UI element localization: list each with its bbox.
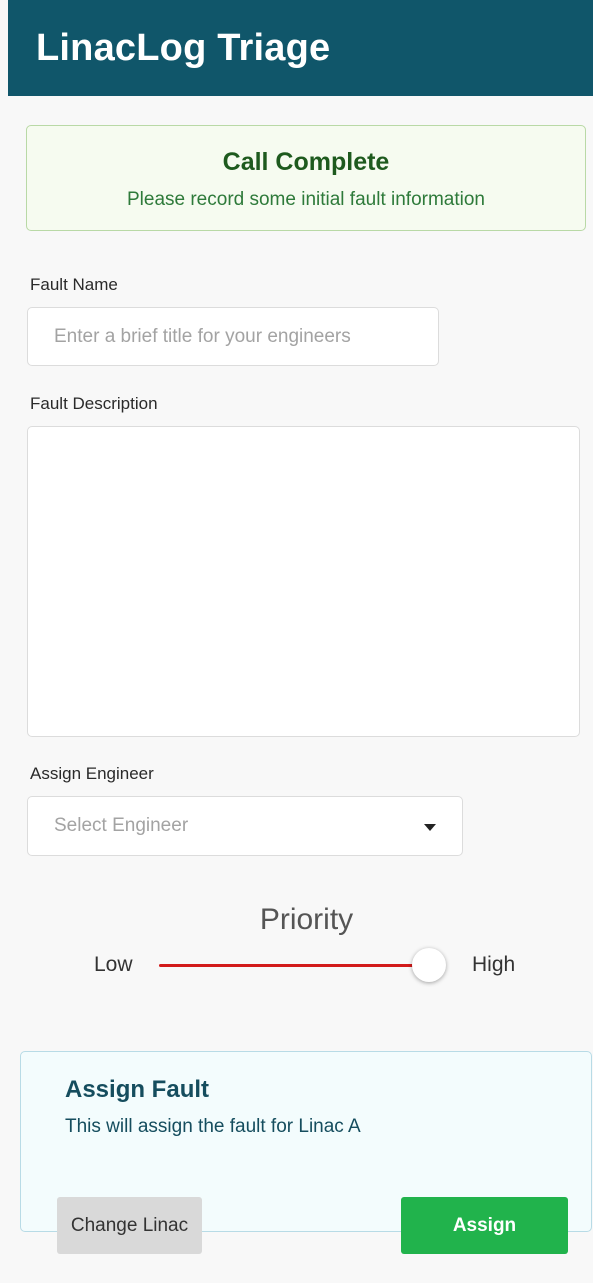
priority-high-label: High bbox=[472, 953, 516, 976]
priority-label: Priority bbox=[259, 903, 354, 936]
assign-fault-message: This will assign the fault for Linac A bbox=[65, 1116, 361, 1137]
priority-slider-thumb[interactable] bbox=[412, 948, 446, 982]
priority-low-label: Low bbox=[94, 953, 133, 976]
caret-down-icon bbox=[424, 824, 436, 831]
assign-fault-title: Assign Fault bbox=[65, 1076, 210, 1103]
app-header: LinacLog Triage bbox=[8, 0, 593, 96]
fault-description-textarea[interactable] bbox=[27, 426, 580, 737]
change-linac-button[interactable]: Change Linac bbox=[57, 1197, 202, 1254]
engineer-select-value: Select Engineer bbox=[54, 815, 189, 836]
fault-description-label: Fault Description bbox=[30, 394, 158, 413]
priority-slider-track[interactable] bbox=[159, 964, 427, 967]
assign-button[interactable]: Assign bbox=[401, 1197, 568, 1254]
engineer-select[interactable]: Select Engineer bbox=[27, 796, 463, 856]
assign-engineer-label: Assign Engineer bbox=[30, 764, 154, 783]
fault-name-input[interactable] bbox=[27, 307, 439, 366]
alert-title: Call Complete bbox=[222, 148, 390, 176]
fault-name-label: Fault Name bbox=[30, 275, 118, 294]
alert-message: Please record some initial fault informa… bbox=[126, 189, 485, 210]
app-title: LinacLog Triage bbox=[36, 26, 331, 69]
call-complete-alert: Call Complete Please record some initial… bbox=[26, 125, 586, 231]
